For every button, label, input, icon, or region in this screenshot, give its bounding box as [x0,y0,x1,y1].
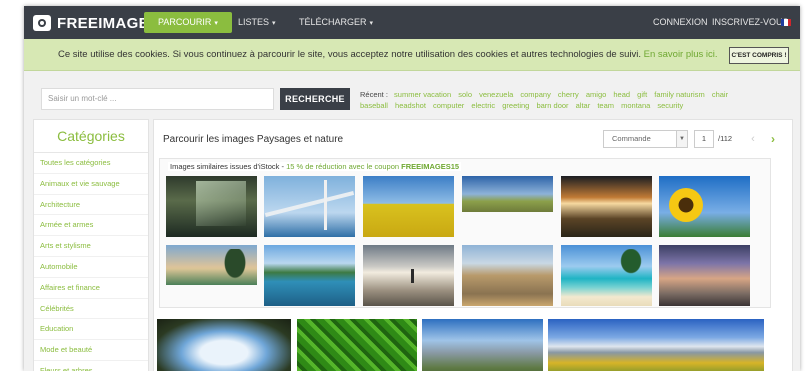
image-thumbnail[interactable] [659,176,750,237]
image-thumbnail[interactable] [363,176,454,237]
category-item[interactable]: Arts et stylisme [34,236,148,257]
main-panel: Parcourir les images Paysages et nature … [153,119,793,371]
image-thumbnail[interactable] [157,319,291,371]
category-sidebar: Catégories Toutes les catégories Animaux… [33,119,149,371]
category-item[interactable]: Automobile [34,257,148,278]
image-thumbnail[interactable] [166,245,257,285]
image-thumbnail[interactable] [462,245,553,306]
recent-tag[interactable]: cherry [558,90,579,99]
recent-tag[interactable]: baseball [360,101,388,110]
image-thumbnail[interactable] [264,176,355,237]
image-thumbnail[interactable] [264,245,355,306]
nav-telecharger-label: TÉLÉCHARGER [299,17,367,27]
istock-coupon-code: FREEIMAGES15 [401,162,460,171]
page-title: Parcourir les images Paysages et nature [163,134,344,145]
recent-tag[interactable]: team [597,101,614,110]
recent-tag[interactable]: security [657,101,683,110]
istock-prefix: Images similaires issues d'iStock - [170,162,287,171]
istock-discount: 15 % de réduction avec le coupon [286,162,400,171]
image-thumbnail[interactable] [422,319,543,371]
image-thumbnail[interactable] [659,245,750,306]
image-thumbnail[interactable] [297,319,417,371]
recent-tag[interactable]: solo [458,90,472,99]
recent-tag[interactable]: computer [433,101,464,110]
nav-listes[interactable]: LISTES ▾ [238,6,276,39]
image-thumbnail[interactable] [561,245,652,306]
chevron-down-icon: ▾ [369,20,374,27]
chevron-down-icon: ▾ [214,20,218,27]
istock-title: Images similaires issues d'iStock - 15 %… [168,162,462,171]
nav-telecharger[interactable]: TÉLÉCHARGER ▾ [299,6,373,39]
cookie-more-link[interactable]: En savoir plus ici. [644,49,718,60]
page-number-input[interactable]: 1 [694,130,714,148]
cookie-text: Ce site utilise des cookies. Si vous con… [58,49,718,60]
login-link[interactable]: CONNEXION [653,6,708,39]
recent-tag[interactable]: family naturism [654,90,704,99]
recent-tag[interactable]: altar [576,101,591,110]
recent-tag[interactable]: summer vacation [394,90,451,99]
search-input[interactable]: Saisir un mot-clé ... [41,88,274,110]
nav-parcourir-label: PARCOURIR [158,17,212,27]
chevron-down-icon: ▼ [676,131,687,147]
sort-select[interactable]: Commande ▼ [603,130,688,148]
top-navbar: FREEIMAGES PARCOURIR ▾ LISTES ▾ TÉLÉCHARGE… [24,6,800,39]
chevron-right-icon[interactable]: › [766,131,780,147]
image-thumbnail[interactable] [462,176,553,212]
logo[interactable]: FREEIMAGES [33,13,159,33]
recent-tag[interactable]: chair [712,90,728,99]
category-item[interactable]: Mode et beauté [34,340,148,361]
search-button[interactable]: RECHERCHE [280,88,350,110]
image-thumbnail[interactable] [548,319,764,371]
page-total: /112 [718,134,733,143]
category-item[interactable]: Architecture [34,195,148,216]
category-item[interactable]: Education [34,319,148,341]
recent-searches: Récent : summer vacation solo venezuela … [360,89,760,111]
sidebar-title: Catégories [34,120,148,153]
recent-tag[interactable]: headshot [395,101,426,110]
category-item[interactable]: Armée et armes [34,215,148,237]
category-item[interactable]: Affaires et finance [34,278,148,299]
cookie-message: Ce site utilise des cookies. Si vous con… [58,49,641,60]
chevron-left-icon[interactable]: ‹ [746,131,760,147]
recent-tag[interactable]: head [613,90,630,99]
recent-label: Récent : [360,90,388,99]
cookie-banner: Ce site utilise des cookies. Si vous con… [24,39,800,71]
image-thumbnail[interactable] [166,176,257,237]
recent-tag[interactable]: venezuela [479,90,513,99]
image-thumbnail[interactable] [561,176,652,237]
recent-tag[interactable]: gift [637,90,647,99]
category-item[interactable]: Toutes les catégories [34,153,148,174]
recent-tag[interactable]: amigo [586,90,606,99]
nav-parcourir[interactable]: PARCOURIR ▾ [144,12,232,33]
sort-value: Commande [612,134,651,143]
category-item[interactable]: Animaux et vie sauvage [34,174,148,195]
nav-listes-label: LISTES [238,17,270,27]
category-item[interactable]: Célébrités [34,299,148,320]
recent-tag[interactable]: company [520,90,550,99]
category-item[interactable]: Fleurs et arbres [34,361,148,371]
recent-tag[interactable]: montana [621,101,650,110]
signup-link[interactable]: INSCRIVEZ-VOUS [712,6,789,39]
cookie-accept-button[interactable]: C'EST COMPRIS ! [729,47,789,64]
chevron-down-icon: ▾ [272,20,276,27]
recent-tag[interactable]: electric [471,101,495,110]
browser-frame: FREEIMAGES PARCOURIR ▾ LISTES ▾ TÉLÉCHARGE… [24,6,800,371]
image-thumbnail[interactable] [363,245,454,306]
french-flag-icon[interactable] [781,19,791,26]
camera-icon [33,15,51,31]
recent-tag[interactable]: barn door [536,101,568,110]
recent-tag[interactable]: greeting [502,101,529,110]
